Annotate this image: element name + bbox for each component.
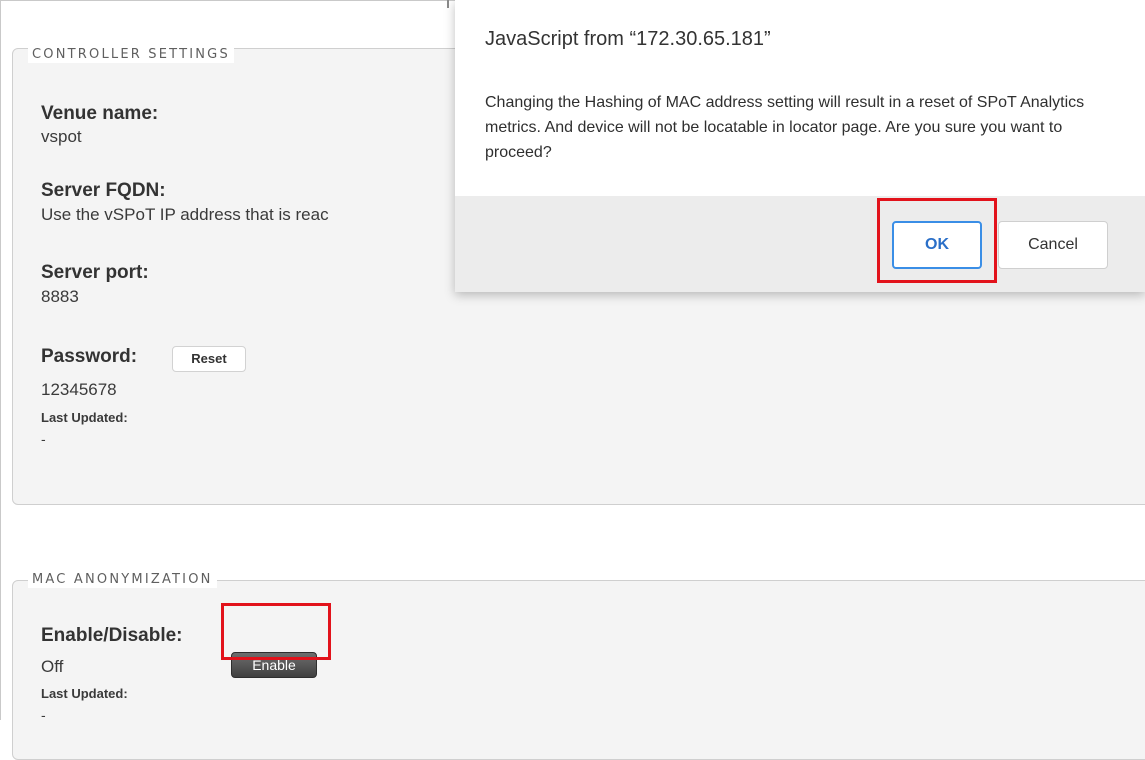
mac-status-value: Off: [41, 657, 64, 676]
mac-anonymization-panel: [12, 580, 1145, 760]
dialog-message: Changing the Hashing of MAC address sett…: [485, 94, 1085, 161]
password-label: Password:: [41, 346, 138, 367]
server-fqdn-value: Use the vSPoT IP address that is reac: [41, 205, 329, 224]
password-value: 12345678: [41, 380, 117, 399]
controller-last-updated-value: -: [41, 431, 46, 447]
enable-highlight-box: [221, 603, 331, 660]
venue-name-value: vspot: [41, 127, 82, 146]
mac-last-updated-label: Last Updated:: [41, 686, 128, 701]
stray-mark: [447, 0, 449, 8]
controller-settings-legend: CONTROLLER SETTINGS: [28, 47, 234, 63]
dialog-title: JavaScript from “172.30.65.181”: [485, 28, 771, 50]
venue-name-label: Venue name:: [41, 103, 159, 124]
server-port-label: Server port:: [41, 262, 149, 283]
cancel-button[interactable]: Cancel: [998, 221, 1108, 269]
controller-last-updated-label: Last Updated:: [41, 410, 128, 425]
ok-highlight-box: [877, 198, 997, 283]
reset-password-button[interactable]: Reset: [172, 346, 246, 372]
confirm-dialog: JavaScript from “172.30.65.181” Changing…: [455, 0, 1145, 292]
server-fqdn-label: Server FQDN:: [41, 180, 166, 201]
mac-last-updated-value: -: [41, 707, 46, 723]
server-port-value: 8883: [41, 287, 79, 306]
dialog-body: JavaScript from “172.30.65.181” Changing…: [455, 0, 1145, 196]
enable-disable-label: Enable/Disable:: [41, 625, 183, 646]
mac-anonymization-legend: MAC ANONYMIZATION: [28, 572, 217, 588]
